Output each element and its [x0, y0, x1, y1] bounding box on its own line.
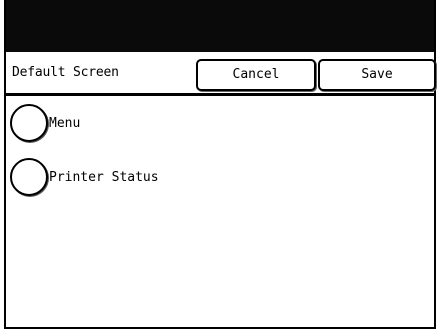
option-label: Printer Status: [49, 169, 159, 185]
screen-title: Default Screen: [12, 65, 119, 80]
option-label: Menu: [49, 115, 81, 131]
option-menu[interactable]: Menu: [10, 103, 80, 143]
screen-frame: Default Screen Cancel Save Menu Printer …: [4, 0, 436, 329]
radio-button[interactable]: [10, 158, 48, 196]
cancel-button[interactable]: Cancel: [196, 59, 316, 91]
option-printer-status[interactable]: Printer Status: [10, 157, 159, 197]
title-bar: [6, 0, 434, 52]
save-button[interactable]: Save: [318, 59, 436, 91]
header-row: Default Screen Cancel Save: [6, 52, 436, 96]
radio-button[interactable]: [10, 104, 48, 142]
